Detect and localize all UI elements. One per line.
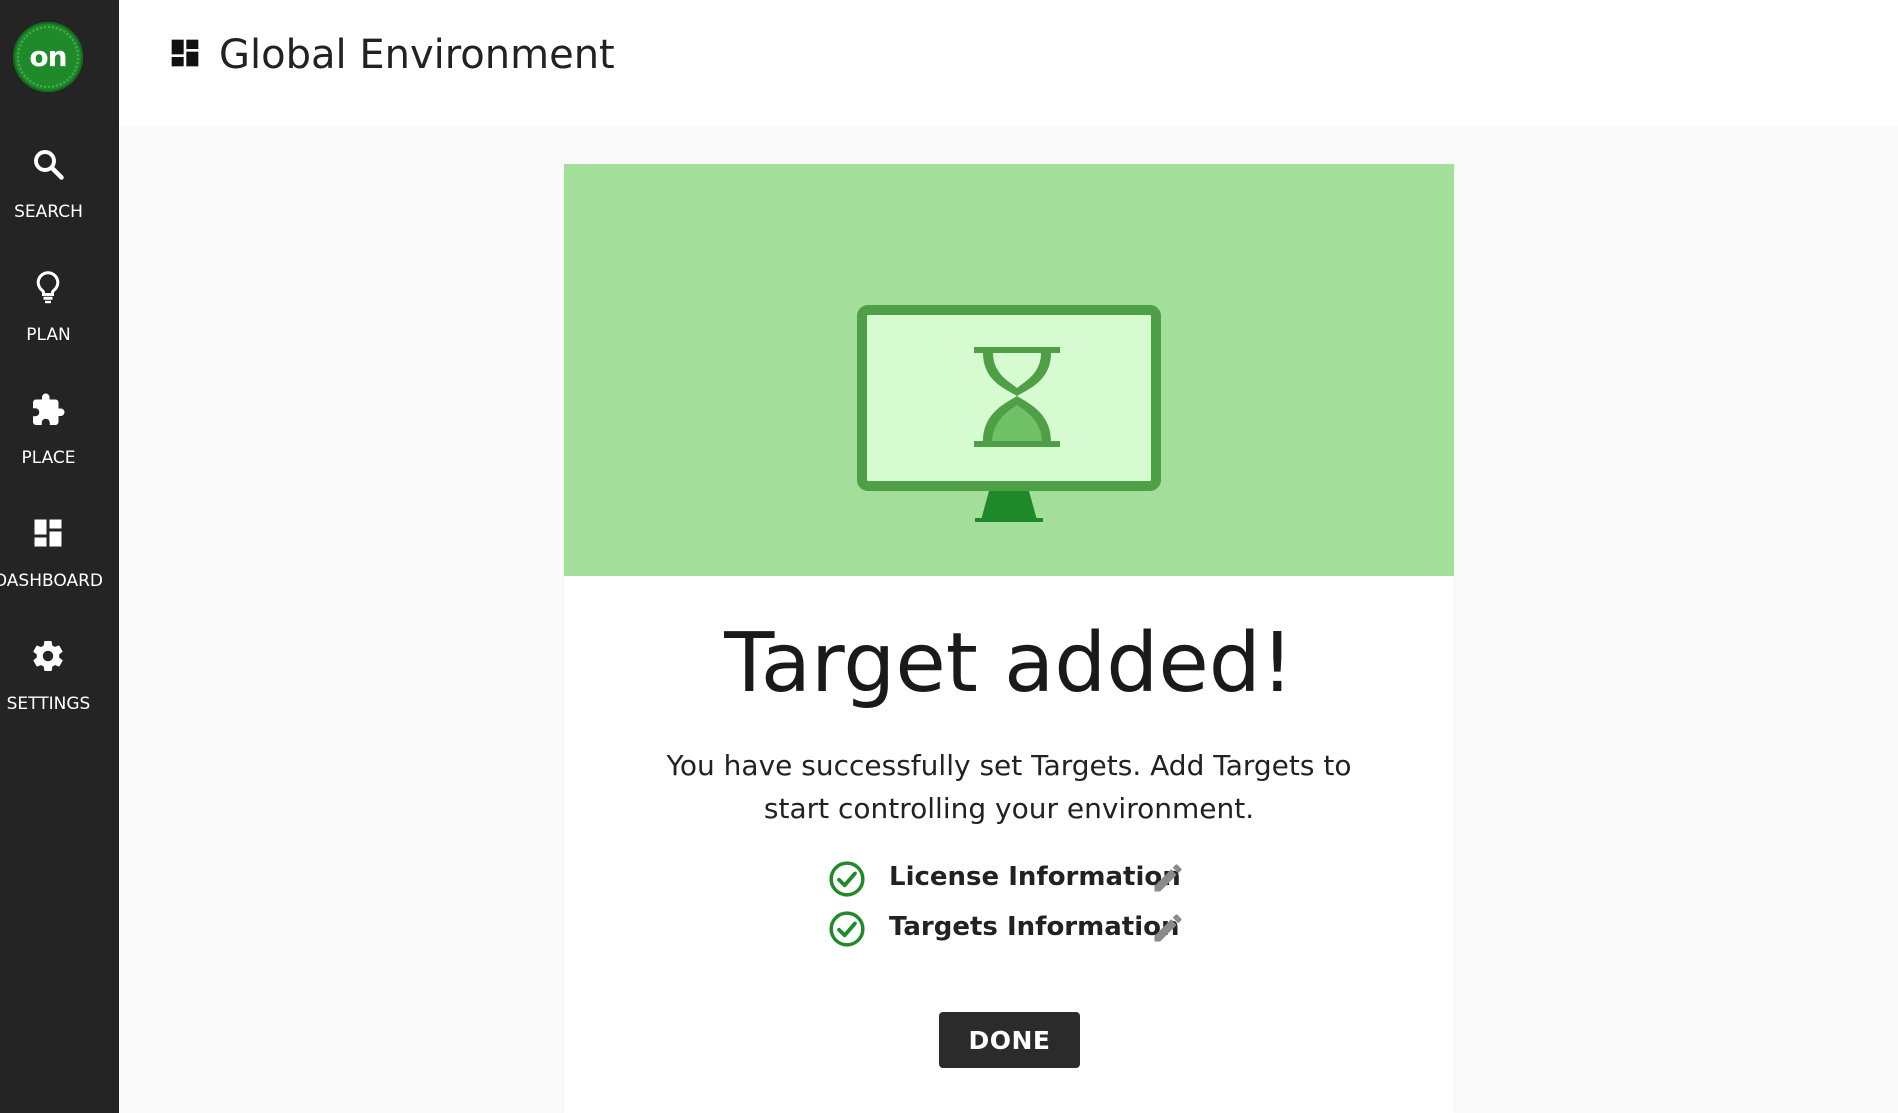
check-circle-icon <box>829 911 865 947</box>
nav-label-dashboard: DASHBOARD <box>0 571 103 591</box>
pencil-icon[interactable] <box>1150 860 1186 896</box>
dashboard-icon <box>34 519 62 547</box>
nav-item-place[interactable]: PLACE <box>0 392 119 492</box>
done-button[interactable]: DONE <box>939 1012 1080 1068</box>
nav-item-search[interactable]: SEARCH <box>0 146 119 246</box>
gear-icon <box>33 640 63 672</box>
logo[interactable]: on <box>13 22 83 92</box>
sidebar: on SEARCH PLAN PLACE DASHBOARD SETTINGS <box>0 0 119 1113</box>
success-card: Target added! You have successfully set … <box>564 164 1454 1113</box>
puzzle-icon <box>33 393 65 425</box>
check-circle-icon <box>829 861 865 897</box>
step-row-license: License Information <box>564 856 1454 900</box>
nav-item-settings[interactable]: SETTINGS <box>0 638 119 738</box>
step-label-targets: Targets Information <box>889 912 1180 942</box>
nav-item-dashboard[interactable]: DASHBOARD <box>0 515 119 615</box>
page-header: Global Environment <box>119 0 1898 126</box>
nav-label-place: PLACE <box>21 448 76 468</box>
monitor-hourglass-icon <box>857 305 1161 522</box>
pencil-icon[interactable] <box>1150 910 1186 946</box>
step-row-targets: Targets Information <box>564 906 1454 950</box>
logo-text: on <box>29 39 67 73</box>
search-icon <box>34 150 64 180</box>
step-label-license: License Information <box>889 862 1181 892</box>
nav-label-settings: SETTINGS <box>6 694 91 714</box>
success-message: You have successfully set Targets. Add T… <box>666 749 1352 825</box>
nav-item-plan[interactable]: PLAN <box>0 269 119 369</box>
dashboard-icon <box>171 39 199 67</box>
page-title: Global Environment <box>219 32 615 78</box>
lightbulb-icon <box>36 271 60 304</box>
success-title: Target added! <box>724 616 1294 711</box>
nav-label-plan: PLAN <box>26 325 71 345</box>
success-banner <box>564 164 1454 576</box>
nav-label-search: SEARCH <box>14 202 83 222</box>
